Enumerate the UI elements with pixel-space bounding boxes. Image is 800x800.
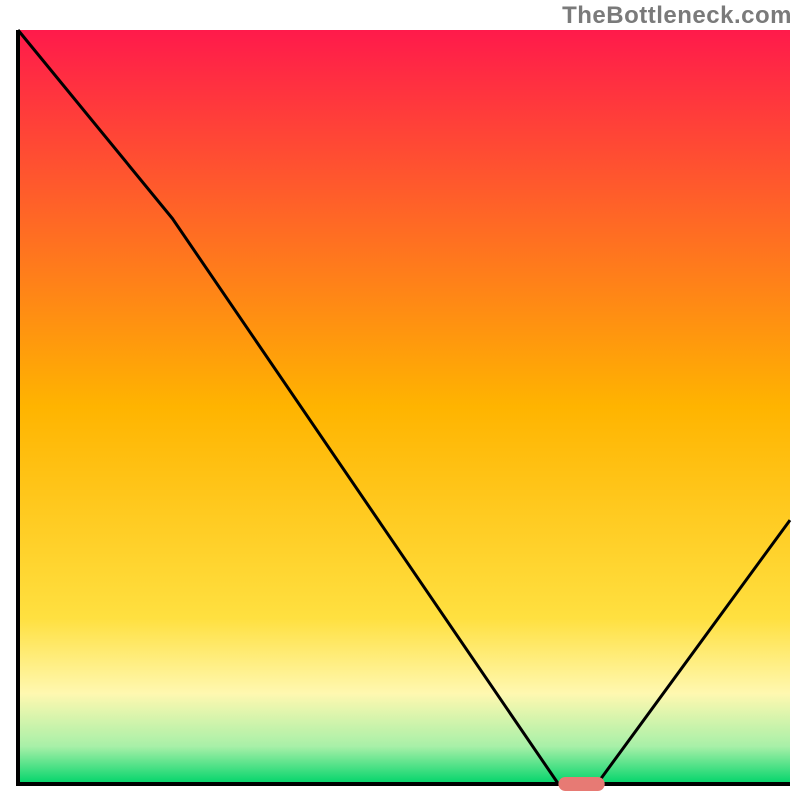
plot-background	[18, 30, 790, 784]
optimal-range-marker	[558, 777, 604, 791]
chart-frame: TheBottleneck.com	[0, 0, 800, 800]
bottleneck-chart	[0, 0, 800, 800]
